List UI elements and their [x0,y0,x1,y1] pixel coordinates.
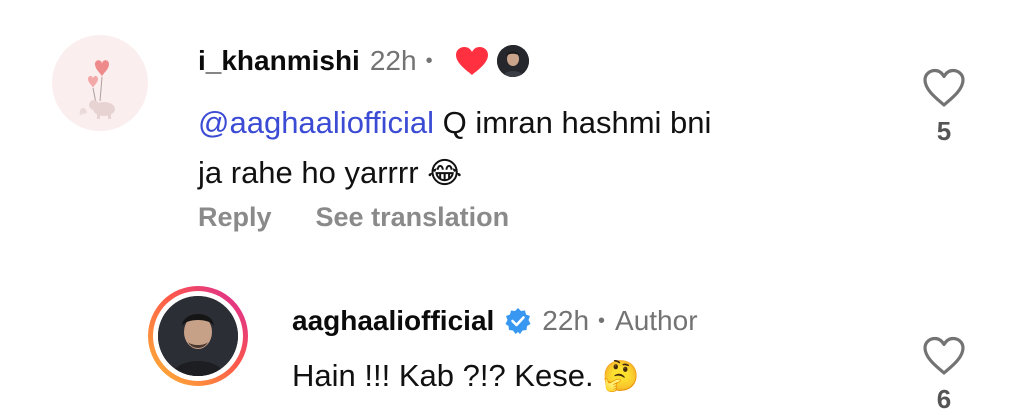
comment-text-line2: ja rahe ho yarrrr [198,155,428,190]
author-avatar-icon [496,45,529,77]
verified-badge-icon [504,307,532,335]
profile-photo [158,296,238,376]
balloon-elephant-illustration [79,60,115,119]
like-column: 6 [914,336,974,415]
separator-dot: • [425,49,433,72]
reply-text-content: Hain !!! Kab ?!? Kese. [292,358,603,393]
author-avatar [158,296,238,376]
reply-item: aaghaaliofficial 22h • Author Hain !!! K… [0,260,1024,414]
author-badge: Author [615,305,698,336]
comment-text-line1: Q imran hashmi bni [434,105,712,140]
username[interactable]: aaghaaliofficial [292,305,494,337]
story-ring[interactable] [148,286,248,386]
mention-link[interactable]: @aaghaaliofficial [198,105,434,140]
avatar-ring-gap [153,291,243,381]
comment-item: i_khanmishi 22h • @aaghaaliofficial Q im… [0,0,1024,260]
reply-text: Hain !!! Kab ?!? Kese. 🤔 [292,356,640,397]
comment-actions: Reply See translation [198,202,509,233]
heart-outline-icon[interactable] [922,68,966,108]
reply-header: aaghaaliofficial 22h • Author [292,304,698,338]
heart-outline-icon[interactable] [922,336,966,376]
reply-button[interactable]: Reply [198,202,272,233]
red-heart-icon [455,46,489,76]
see-translation-button[interactable]: See translation [316,202,510,233]
separator-dot: • [598,309,606,332]
like-column: 5 [914,68,974,147]
laughing-emoji: 😂 [427,157,463,190]
timestamp: 22h [542,305,590,336]
thinking-emoji: 🤔 [602,360,640,393]
timestamp: 22h [369,45,417,76]
like-count: 6 [936,384,952,414]
comment-text: @aaghaaliofficial Q imran hashmi bni ja … [198,98,858,199]
comment-header: i_khanmishi 22h • [198,44,529,78]
user-avatar[interactable] [52,35,148,131]
like-count: 5 [936,116,952,146]
username[interactable]: i_khanmishi [198,45,360,77]
